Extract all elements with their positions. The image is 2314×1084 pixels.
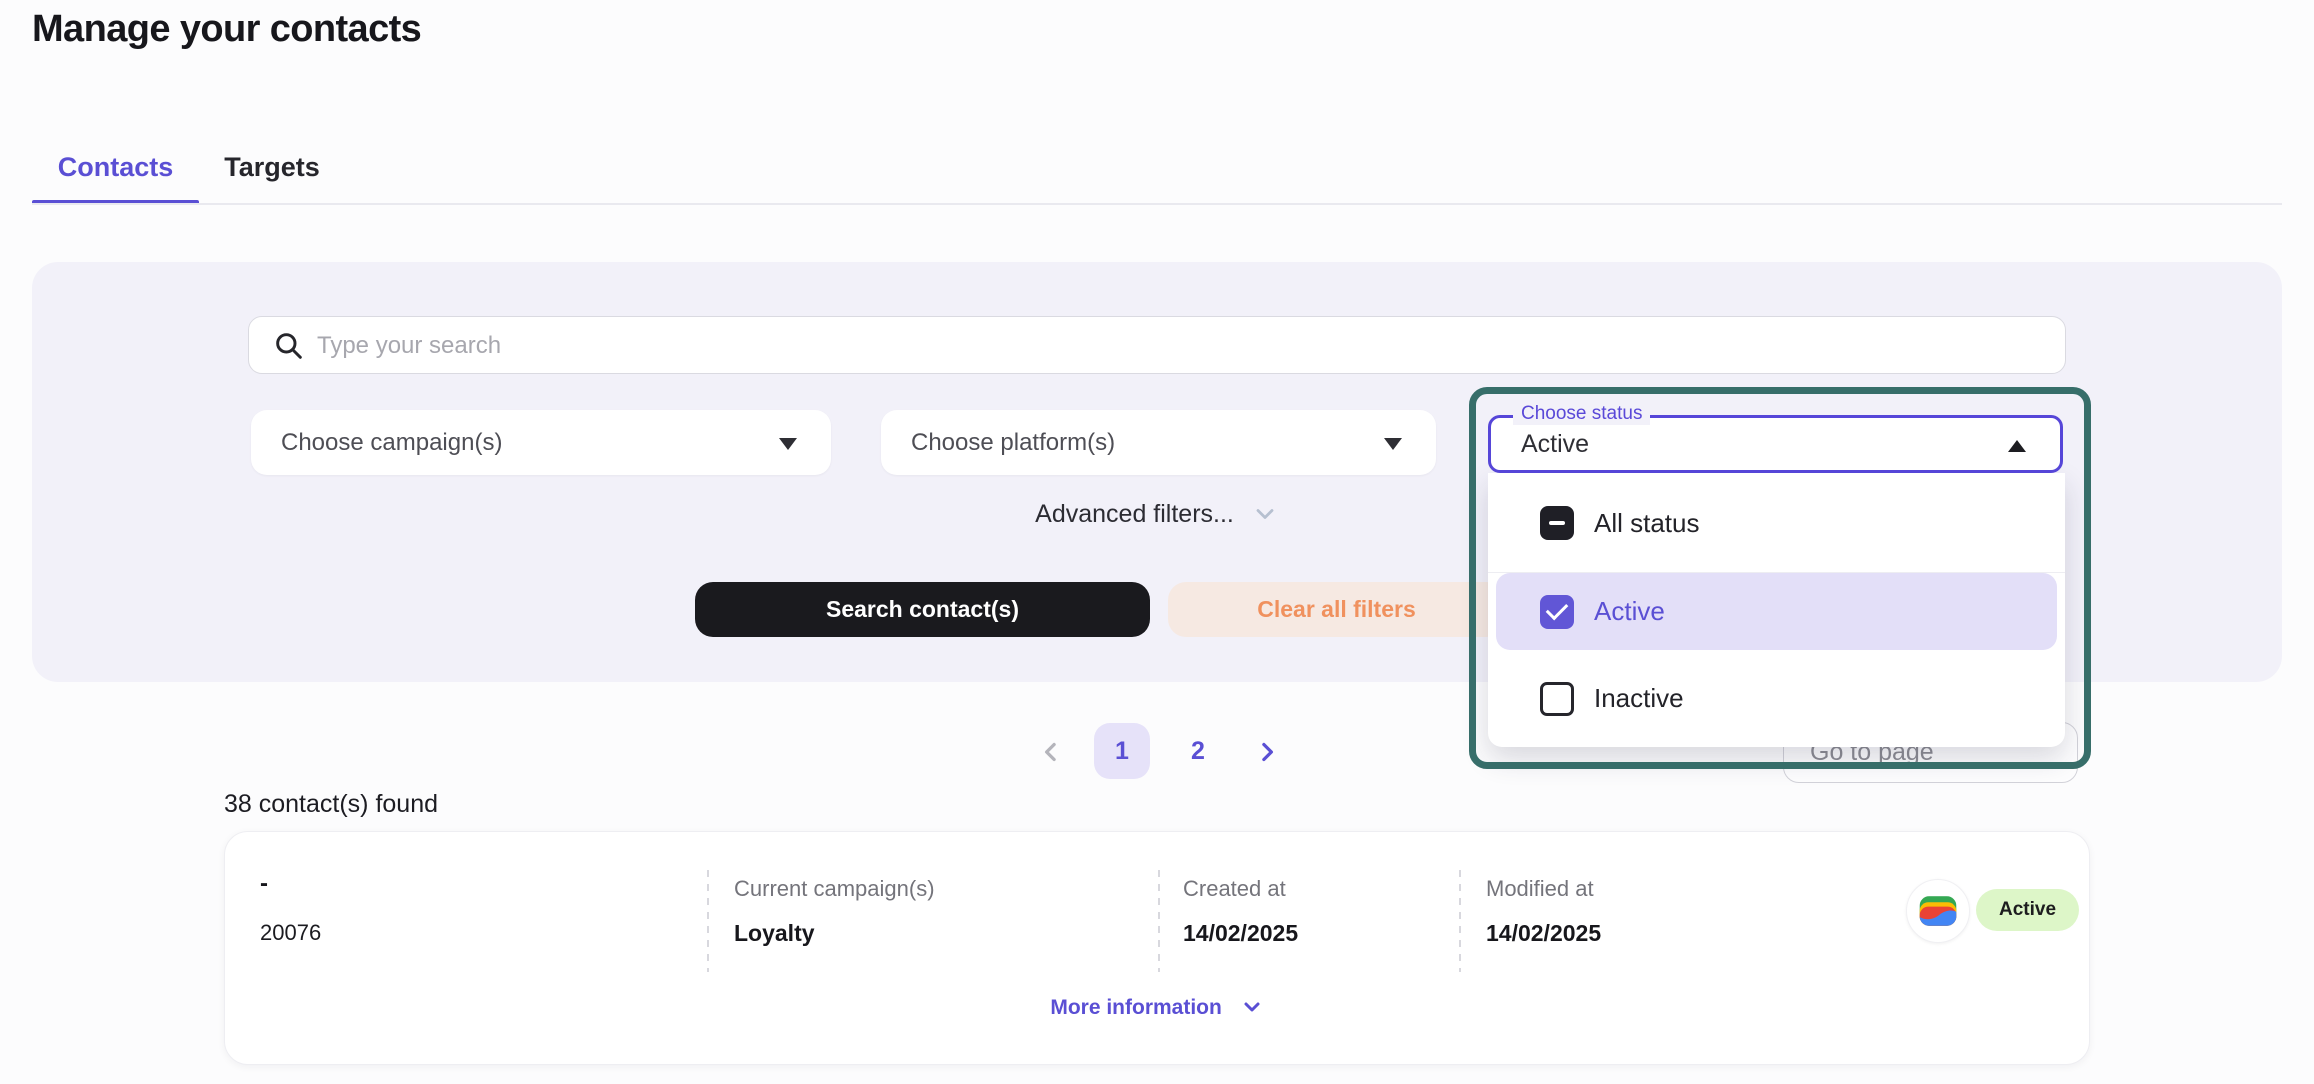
chevron-down-icon [1244, 1002, 1260, 1012]
checked-checkbox-icon[interactable] [1540, 594, 1574, 629]
card-divider [1158, 870, 1160, 972]
contact-name: - [260, 870, 268, 897]
previous-page-icon[interactable] [1036, 737, 1066, 767]
status-option-label: All status [1594, 507, 1700, 538]
tab-targets[interactable]: Targets [199, 146, 345, 188]
platform-select-placeholder: Choose platform(s) [911, 429, 1116, 456]
status-select[interactable]: Choose status Active [1488, 403, 2063, 473]
status-option-all[interactable]: All status [1488, 473, 2065, 573]
contact-card: - 20076 Current campaign(s) Loyalty Crea… [224, 831, 2090, 1065]
tab-contacts[interactable]: Contacts [32, 146, 199, 188]
campaign-value: Loyalty [734, 920, 815, 946]
page-number-2[interactable]: 2 [1170, 723, 1226, 779]
status-select-value: Active [1521, 430, 1590, 458]
advanced-filters-label: Advanced filters... [1035, 500, 1234, 528]
status-option-label: Inactive [1594, 683, 1684, 713]
contacts-page: Manage your contacts Contacts Targets Ch… [0, 0, 2314, 1084]
results-count: 38 contact(s) found [224, 790, 439, 818]
contact-id: 20076 [260, 920, 322, 945]
search-icon [276, 333, 302, 359]
tabs-divider [32, 203, 2282, 205]
search-box [248, 316, 2066, 374]
next-page-icon[interactable] [1252, 737, 1282, 767]
page-title: Manage your contacts [32, 8, 422, 50]
chevron-down-icon [1256, 509, 1274, 519]
modified-at-value: 14/02/2025 [1486, 920, 1602, 946]
created-at-value: 14/02/2025 [1183, 920, 1299, 946]
campaign-select[interactable]: Choose campaign(s) [251, 410, 831, 475]
unchecked-checkbox-icon[interactable] [1540, 681, 1574, 716]
status-dropdown-menu: All status Active Inactive [1488, 473, 2065, 747]
status-badge: Active [1976, 889, 2080, 931]
modified-at-label: Modified at [1486, 876, 1594, 901]
page-number-1[interactable]: 1 [1094, 723, 1150, 779]
more-information-label: More information [1050, 996, 1222, 1019]
campaign-select-placeholder: Choose campaign(s) [281, 429, 503, 456]
caret-down-icon [1384, 438, 1402, 450]
card-divider [707, 870, 709, 972]
clear-all-filters-button[interactable]: Clear all filters [1168, 582, 1505, 637]
search-contacts-button[interactable]: Search contact(s) [695, 582, 1150, 637]
indeterminate-checkbox-icon[interactable] [1540, 506, 1574, 540]
status-option-label: Active [1594, 596, 1665, 626]
created-at-label: Created at [1183, 876, 1286, 901]
google-wallet-icon [1906, 879, 1970, 943]
caret-down-icon [779, 438, 797, 450]
status-option-active[interactable]: Active [1496, 573, 2057, 650]
search-input[interactable] [315, 317, 2019, 374]
more-information-toggle[interactable]: More information [225, 995, 2089, 1020]
platform-select[interactable]: Choose platform(s) [881, 410, 1436, 475]
card-divider [1459, 870, 1461, 972]
campaign-label: Current campaign(s) [734, 876, 935, 901]
caret-up-icon [2008, 440, 2026, 452]
status-option-inactive[interactable]: Inactive [1488, 650, 2065, 747]
